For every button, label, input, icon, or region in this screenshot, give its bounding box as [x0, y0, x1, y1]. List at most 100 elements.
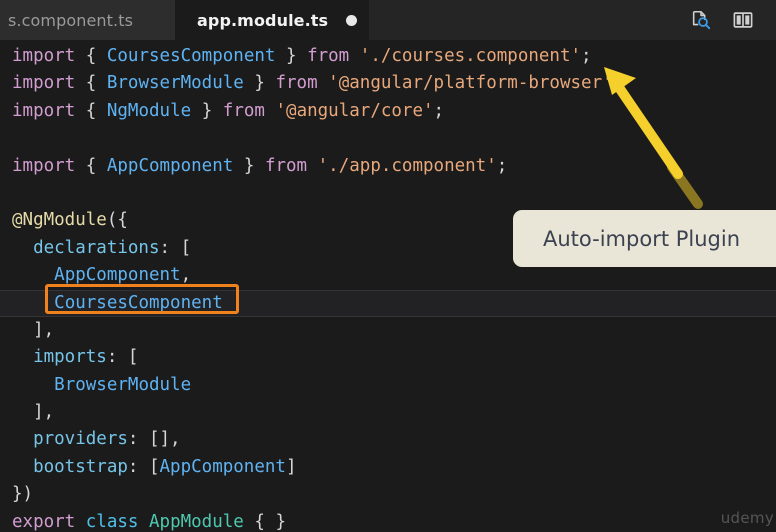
code-token: BrowserModule — [107, 73, 244, 93]
code-token: from — [307, 46, 349, 66]
code-token — [96, 46, 107, 66]
code-token — [212, 101, 223, 121]
unsaved-indicator-icon[interactable] — [346, 15, 357, 26]
code-token: } — [254, 73, 265, 93]
code-line[interactable]: ], — [0, 399, 776, 426]
code-line[interactable]: }) — [0, 481, 776, 508]
watermark-text: udemy — [721, 509, 774, 527]
code-token — [75, 512, 86, 532]
code-token: import — [12, 46, 75, 66]
code-line[interactable]: imports: [ — [0, 344, 776, 371]
code-token: import — [12, 101, 75, 121]
code-token: './app.component' — [318, 156, 497, 176]
code-line[interactable]: export class AppModule { } — [0, 509, 776, 532]
code-token — [96, 156, 107, 176]
code-line[interactable]: import { BrowserModule } from '@angular/… — [0, 70, 776, 97]
code-token: } — [244, 156, 255, 176]
code-line[interactable]: ], — [0, 317, 776, 344]
code-token — [244, 73, 255, 93]
code-editor-pane[interactable]: import { CoursesComponent } from './cour… — [0, 40, 776, 532]
code-token: import — [12, 73, 75, 93]
code-line[interactable]: import { AppComponent } from './app.comp… — [0, 153, 776, 180]
code-content[interactable]: import { CoursesComponent } from './cour… — [0, 40, 776, 532]
code-token: declarations — [33, 238, 159, 258]
code-token: ({ — [107, 210, 128, 230]
code-token: @NgModule — [12, 210, 107, 230]
code-line[interactable]: CoursesComponent — [0, 290, 776, 317]
tab-app-module[interactable]: app.module.ts — [175, 0, 369, 40]
code-token: AppModule — [149, 512, 244, 532]
code-token: imports — [33, 347, 107, 367]
code-token — [96, 73, 107, 93]
code-line[interactable]: providers: [], — [0, 426, 776, 453]
open-preview-icon[interactable] — [690, 9, 712, 31]
code-token — [12, 402, 33, 422]
code-token — [12, 265, 54, 285]
code-token: '@angular/platform-browser' — [328, 73, 612, 93]
code-token: AppComponent — [107, 156, 233, 176]
tab-courses-component[interactable]: s.component.ts — [0, 0, 175, 40]
code-token — [265, 73, 276, 93]
code-token: providers — [33, 429, 128, 449]
code-token: CoursesComponent — [107, 46, 276, 66]
code-token: './courses.component' — [360, 46, 581, 66]
code-token — [297, 46, 308, 66]
code-line[interactable] — [0, 125, 776, 152]
split-editor-icon[interactable] — [732, 9, 754, 31]
code-token — [75, 73, 86, 93]
code-token: ] — [286, 457, 297, 477]
code-token: export — [12, 512, 75, 532]
code-token: class — [86, 512, 139, 532]
code-line[interactable]: import { CoursesComponent } from './cour… — [0, 43, 776, 70]
code-token: } — [286, 46, 297, 66]
code-token: ; — [581, 46, 592, 66]
code-token: ; — [497, 156, 508, 176]
code-token — [318, 73, 329, 93]
code-token: ], — [33, 320, 54, 340]
code-token — [96, 101, 107, 121]
code-token: , — [181, 265, 192, 285]
code-token — [75, 46, 86, 66]
tab-bar: s.component.ts app.module.ts — [0, 0, 776, 40]
code-line[interactable] — [0, 180, 776, 207]
watermark: udemy — [721, 509, 774, 527]
code-token — [138, 512, 149, 532]
code-token — [254, 156, 265, 176]
code-token: }) — [12, 484, 33, 504]
code-token: import — [12, 156, 75, 176]
code-token: : [ — [107, 347, 139, 367]
code-token — [12, 457, 33, 477]
code-token — [12, 347, 33, 367]
code-line[interactable]: bootstrap: [AppComponent] — [0, 454, 776, 481]
code-token — [349, 46, 360, 66]
code-token: BrowserModule — [54, 375, 191, 395]
code-token — [275, 46, 286, 66]
code-token: { — [86, 101, 97, 121]
code-token: { — [86, 156, 97, 176]
code-token: bootstrap — [33, 457, 128, 477]
code-token: from — [223, 101, 265, 121]
code-token: ], — [33, 402, 54, 422]
tab-bar-spacer — [369, 0, 690, 40]
tab-label: app.module.ts — [197, 11, 328, 30]
tab-label: s.component.ts — [8, 11, 133, 30]
code-token: ; — [434, 101, 445, 121]
code-token: { — [86, 46, 97, 66]
code-token — [12, 429, 33, 449]
code-token: '@angular/core' — [276, 101, 434, 121]
code-token: CoursesComponent — [54, 293, 223, 313]
code-token — [191, 101, 202, 121]
code-token: ; — [613, 73, 624, 93]
code-token — [12, 293, 54, 313]
code-token: : [], — [128, 429, 181, 449]
code-line[interactable]: import { NgModule } from '@angular/core'… — [0, 98, 776, 125]
code-token — [265, 101, 276, 121]
code-token — [307, 156, 318, 176]
callout-auto-import-plugin: Auto-import Plugin — [513, 210, 776, 267]
code-token: : [ — [128, 457, 160, 477]
code-line[interactable]: BrowserModule — [0, 372, 776, 399]
code-token: } — [202, 101, 213, 121]
code-token: NgModule — [107, 101, 191, 121]
code-token — [75, 101, 86, 121]
code-token: from — [275, 73, 317, 93]
